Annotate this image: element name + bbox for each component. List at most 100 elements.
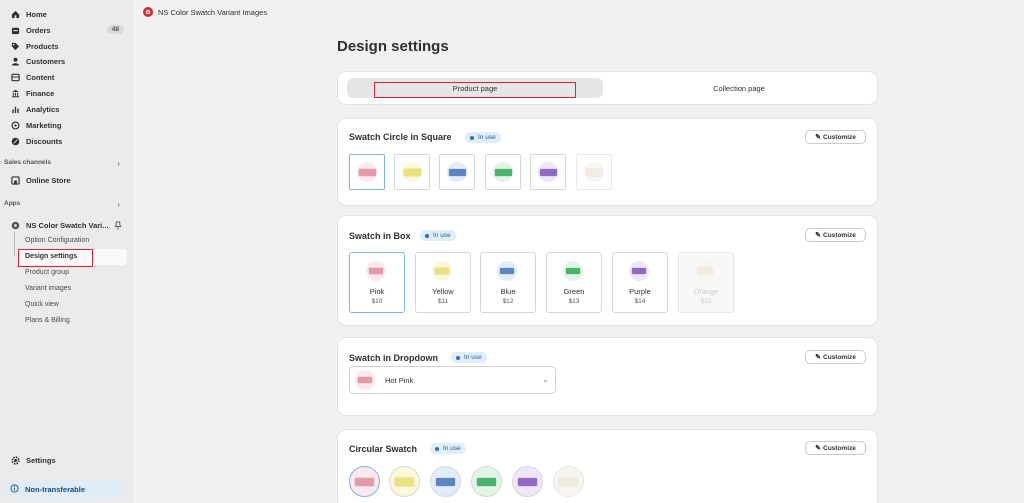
swatch-dropdown-select[interactable]: Hot Pink ⌄: [349, 366, 556, 394]
pencil-icon: ✎: [815, 134, 821, 141]
swatch-image: [369, 268, 383, 274]
status-badge: In use: [420, 230, 456, 241]
card-title: Circular Swatch: [349, 444, 418, 454]
swatch-box-orange[interactable]: Orange $15: [678, 252, 734, 313]
swatch-image: [494, 168, 512, 176]
nav-finance[interactable]: Finance: [4, 86, 128, 101]
tab-collection-page[interactable]: Collection page: [611, 78, 867, 98]
swatch-price: $15: [700, 298, 712, 305]
nav-analytics[interactable]: Analytics: [4, 102, 128, 117]
sales-channels-label: Sales channels: [4, 159, 51, 166]
circular-swatch-blue[interactable]: [430, 466, 461, 497]
nav-label: Orders: [26, 26, 51, 35]
nav-label: Products: [26, 42, 59, 51]
swatch-image: [559, 477, 578, 486]
circular-swatch-pink[interactable]: [349, 466, 380, 497]
swatch-name: Blue: [500, 287, 516, 296]
nav-orders[interactable]: Orders 48: [4, 23, 128, 38]
chevron-right-icon: ›: [117, 200, 120, 209]
bank-icon: [10, 89, 20, 99]
chevron-down-icon: ⌄: [542, 375, 549, 384]
swatch-image: [539, 168, 557, 176]
sidebar: Home Orders 48 Products Customers Conten…: [0, 0, 133, 503]
circular-swatch-yellow[interactable]: [389, 466, 420, 497]
sidebar-item-option-configuration[interactable]: Option Configuration: [25, 237, 89, 244]
customize-button[interactable]: ✎ Customize: [805, 130, 866, 144]
customize-button[interactable]: ✎ Customize: [805, 441, 866, 455]
app-topbar: ✿ NS Color Swatch Variant Images: [133, 0, 1024, 24]
swatch-circle: [538, 162, 558, 182]
person-icon: [10, 57, 20, 67]
nav-label: Settings: [26, 456, 56, 465]
swatch-price: $13: [568, 298, 580, 305]
swatch-blue[interactable]: [439, 154, 475, 190]
swatch-circle: [357, 162, 377, 182]
discount-icon: [10, 137, 20, 147]
sidebar-item-plans-billing[interactable]: Plans & Billing: [25, 317, 70, 324]
nav-content[interactable]: Content: [4, 70, 128, 85]
sidebar-item-variant-images[interactable]: Variant images: [25, 285, 71, 292]
swatch-circle: [497, 261, 517, 281]
swatch-box-pink[interactable]: Pink $10: [349, 252, 405, 313]
customize-label: Customize: [823, 231, 856, 239]
nav-label: Discounts: [26, 137, 63, 146]
swatch-pink[interactable]: [349, 154, 385, 190]
circular-swatch-green[interactable]: [471, 466, 502, 497]
swatch-image: [448, 168, 466, 176]
customize-button[interactable]: ✎ Customize: [805, 228, 866, 242]
sidebar-item-product-group[interactable]: Product group: [25, 269, 69, 276]
dropdown-value: Hot Pink: [385, 375, 414, 385]
nav-label: Finance: [26, 89, 55, 98]
sales-channels-header[interactable]: Sales channels ›: [4, 159, 128, 168]
swatch-box-green[interactable]: Green $13: [546, 252, 602, 313]
nav-marketing[interactable]: Marketing: [4, 118, 128, 133]
nav-products[interactable]: Products: [4, 39, 128, 54]
circular-swatch-purple[interactable]: [512, 466, 543, 497]
apps-header[interactable]: Apps ›: [4, 200, 128, 209]
nav-online-store[interactable]: Online Store: [4, 173, 128, 188]
customize-button[interactable]: ✎ Customize: [805, 350, 866, 364]
swatch-image: [395, 477, 414, 486]
non-transferable-banner[interactable]: Non-transferable: [4, 480, 124, 498]
status-dot: [456, 355, 460, 360]
sidebar-item-quick-view[interactable]: Quick view: [25, 301, 59, 308]
swatch-price: $11: [437, 298, 449, 305]
gear-icon: [10, 456, 20, 466]
nav-customers[interactable]: Customers: [4, 54, 128, 69]
swatch-name: Pink: [369, 287, 385, 296]
apps-label: Apps: [4, 200, 21, 207]
swatch-purple[interactable]: [530, 154, 566, 190]
swatch-image: [500, 268, 514, 274]
app-logo-icon: ✿: [143, 7, 153, 17]
swatch-orange[interactable]: [576, 154, 612, 190]
swatch-box-purple[interactable]: Purple $14: [612, 252, 668, 313]
circular-swatch-orange[interactable]: [553, 466, 584, 497]
card-title: Swatch Circle in Square: [349, 132, 452, 142]
swatch-circle: [695, 261, 715, 281]
nav-home[interactable]: Home: [4, 7, 128, 22]
status-label: In use: [464, 354, 482, 361]
status-label: In use: [478, 134, 496, 141]
pencil-icon: ✎: [815, 445, 821, 452]
app-name: NS Color Swatch Vari...: [26, 221, 109, 230]
nav-label: Online Store: [26, 176, 71, 185]
swatch-box-blue[interactable]: Blue $12: [480, 252, 536, 313]
swatch-circle: [432, 261, 452, 281]
pin-icon[interactable]: [114, 221, 122, 232]
nav-app[interactable]: NS Color Swatch Vari...: [4, 218, 128, 233]
customize-label: Customize: [823, 353, 856, 361]
store-icon: [10, 176, 20, 186]
nav-label: Analytics: [26, 105, 60, 114]
swatch-price: $14: [634, 298, 646, 305]
swatch-yellow[interactable]: [394, 154, 430, 190]
nav-settings[interactable]: Settings: [4, 453, 128, 468]
swatch-circle: [366, 261, 386, 281]
status-dot: [435, 446, 439, 451]
swatch-image: [355, 477, 374, 486]
nav-discounts[interactable]: Discounts: [4, 134, 128, 149]
swatch-green[interactable]: [485, 154, 521, 190]
swatch-box-yellow[interactable]: Yellow $11: [415, 252, 471, 313]
pencil-icon: ✎: [815, 232, 821, 239]
swatch-image: [358, 168, 376, 176]
nav-label: Content: [26, 73, 55, 82]
